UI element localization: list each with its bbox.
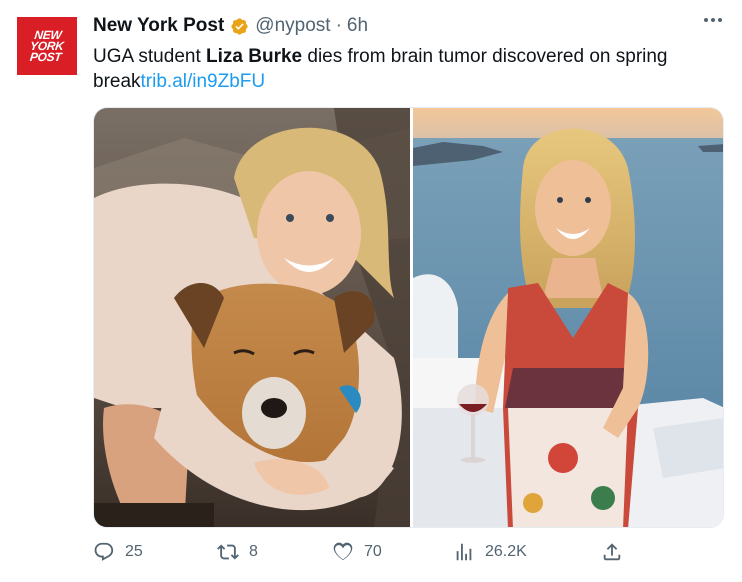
like-count: 70 (364, 543, 382, 560)
retweet-count: 8 (249, 543, 258, 560)
tweet-link[interactable]: trib.al/in9ZbFU (141, 71, 266, 92)
share-icon (603, 543, 621, 561)
retweet-icon (217, 544, 239, 560)
reply-icon (94, 542, 114, 561)
tweet-text-bold: Liza Burke (206, 46, 303, 67)
tweet-media (93, 107, 724, 528)
views-count: 26.2K (485, 543, 527, 560)
tweet-text-before: UGA student (93, 46, 207, 67)
avatar[interactable]: NEW YORK POST (17, 17, 77, 75)
separator-dot: · (335, 15, 342, 36)
photo-right[interactable] (413, 108, 723, 527)
reply-button[interactable]: 25 (93, 541, 143, 563)
share-button[interactable] (601, 541, 623, 563)
retweet-button[interactable]: 8 (217, 541, 258, 563)
photo-woman-hugging-dog-icon (94, 108, 410, 527)
verified-badge-icon[interactable] (230, 17, 249, 36)
like-button[interactable]: 70 (332, 541, 382, 563)
tweet-text: UGA student Liza Burke dies from brain t… (93, 44, 713, 94)
nypost-logo: NEW YORK POST (29, 28, 66, 64)
tweet-actions: 25 8 70 26.2K (93, 541, 718, 569)
views-chart-icon (456, 543, 472, 561)
photo-left[interactable] (94, 108, 410, 527)
photo-woman-holding-wine-sunset-icon (413, 108, 723, 527)
views-button[interactable]: 26.2K (453, 541, 527, 563)
tweet-header: New York Post @nypost · 6h (93, 14, 368, 38)
reply-count: 25 (125, 543, 143, 560)
account-handle[interactable]: @nypost (255, 15, 330, 37)
logo-line-3: POST (29, 49, 63, 64)
timestamp[interactable]: 6h (347, 15, 368, 37)
more-options-icon[interactable] (704, 18, 722, 22)
heart-icon (333, 542, 353, 561)
account-name[interactable]: New York Post (93, 15, 224, 37)
